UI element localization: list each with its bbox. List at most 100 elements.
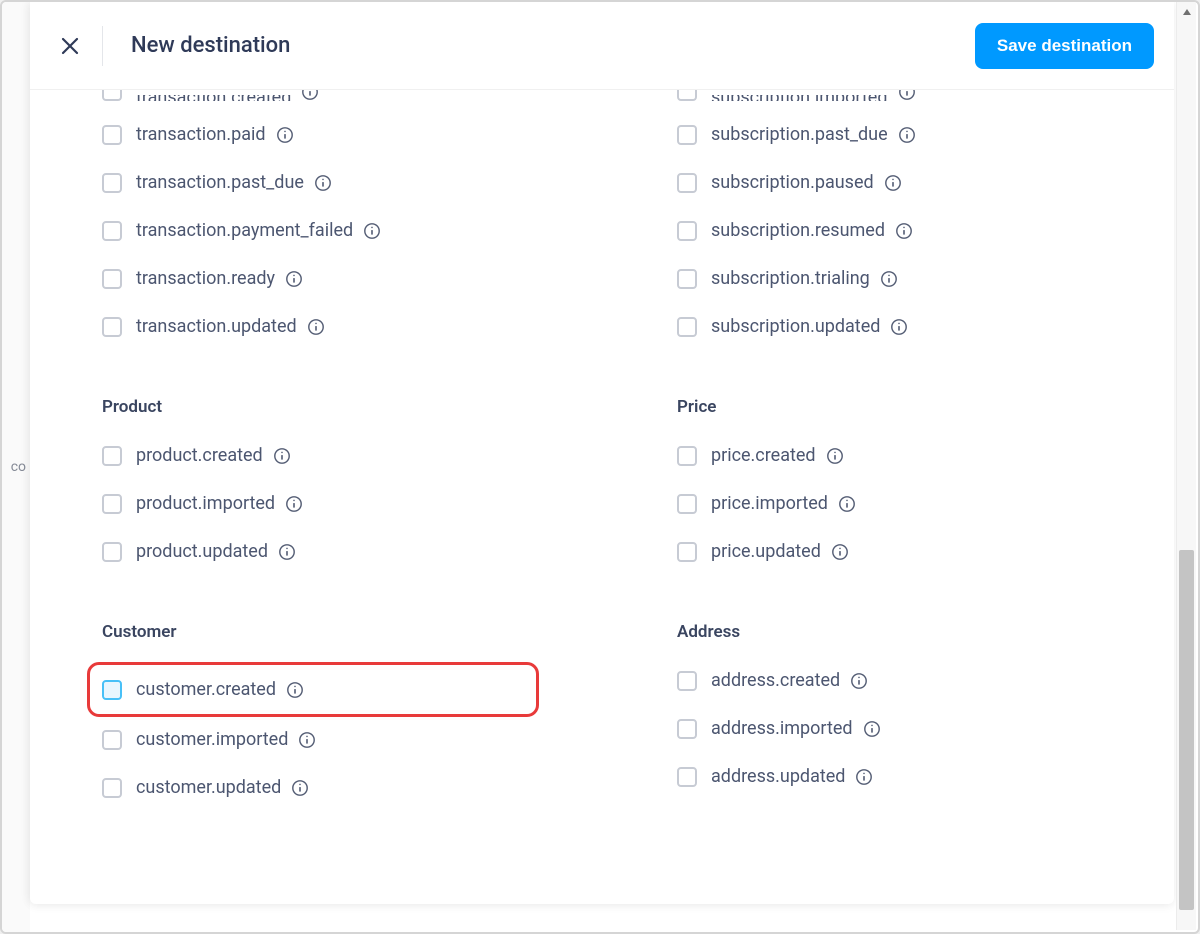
- event-checkbox[interactable]: [677, 173, 697, 193]
- event-group: Productproduct.createdproduct.importedpr…: [102, 397, 527, 566]
- event-row[interactable]: address.created: [677, 666, 1102, 695]
- event-checkbox[interactable]: [102, 90, 122, 101]
- event-checkbox[interactable]: [677, 221, 697, 241]
- info-icon[interactable]: [884, 174, 902, 192]
- event-label: subscription.imported: [711, 95, 888, 101]
- event-row[interactable]: subscription.paused: [677, 168, 1102, 197]
- event-row[interactable]: customer.updated: [102, 773, 527, 802]
- right-column: subscription.imported subscription.past_d…: [677, 90, 1102, 858]
- info-icon[interactable]: [278, 543, 296, 561]
- event-group: Customercustomer.createdcustomer.importe…: [102, 622, 527, 802]
- event-label: transaction.ready: [136, 268, 275, 289]
- info-icon[interactable]: [838, 495, 856, 513]
- event-checkbox[interactable]: [102, 173, 122, 193]
- event-row[interactable]: product.updated: [102, 537, 527, 566]
- event-checkbox[interactable]: [677, 719, 697, 739]
- event-row[interactable]: product.imported: [102, 489, 527, 518]
- event-row[interactable]: subscription.updated: [677, 312, 1102, 341]
- info-icon[interactable]: [850, 672, 868, 690]
- event-row[interactable]: transaction.ready: [102, 264, 527, 293]
- event-row[interactable]: price.imported: [677, 489, 1102, 518]
- event-label: product.created: [136, 445, 263, 466]
- event-checkbox[interactable]: [102, 221, 122, 241]
- info-icon[interactable]: [285, 270, 303, 288]
- save-destination-button[interactable]: Save destination: [975, 23, 1154, 69]
- event-label: subscription.trialing: [711, 268, 870, 289]
- event-checkbox[interactable]: [677, 767, 697, 787]
- event-checkbox[interactable]: [677, 494, 697, 514]
- event-row-partial: transaction.created: [102, 90, 527, 101]
- event-checkbox[interactable]: [677, 269, 697, 289]
- close-button[interactable]: [58, 34, 82, 58]
- event-checkbox[interactable]: [102, 494, 122, 514]
- info-icon[interactable]: [831, 543, 849, 561]
- info-icon[interactable]: [855, 768, 873, 786]
- modal-body: transaction.created transaction.paid trans…: [30, 90, 1174, 904]
- event-checkbox[interactable]: [677, 446, 697, 466]
- info-icon[interactable]: [307, 318, 325, 336]
- event-row[interactable]: transaction.paid: [102, 120, 527, 149]
- modal-header: New destination Save destination: [30, 2, 1174, 90]
- info-icon[interactable]: [363, 222, 381, 240]
- event-checkbox[interactable]: [102, 446, 122, 466]
- scroll-up-arrow[interactable]: [1177, 2, 1196, 22]
- event-row[interactable]: price.updated: [677, 537, 1102, 566]
- left-column: transaction.created transaction.paid trans…: [102, 90, 527, 858]
- info-icon[interactable]: [273, 447, 291, 465]
- background-content: co: [2, 2, 30, 932]
- event-row[interactable]: address.updated: [677, 762, 1102, 791]
- event-checkbox[interactable]: [102, 542, 122, 562]
- info-icon[interactable]: [890, 318, 908, 336]
- event-row[interactable]: customer.created: [87, 662, 539, 717]
- event-label: transaction.updated: [136, 316, 297, 337]
- event-label: subscription.updated: [711, 316, 880, 337]
- info-icon[interactable]: [314, 174, 332, 192]
- event-label: customer.updated: [136, 777, 281, 798]
- info-icon[interactable]: [898, 126, 916, 144]
- event-checkbox[interactable]: [102, 125, 122, 145]
- event-row[interactable]: transaction.updated: [102, 312, 527, 341]
- scrollbar[interactable]: [1176, 2, 1196, 930]
- info-icon[interactable]: [898, 90, 916, 101]
- group-title: Price: [677, 397, 1102, 417]
- event-label: price.updated: [711, 541, 821, 562]
- event-row[interactable]: customer.imported: [102, 725, 527, 754]
- info-icon[interactable]: [298, 731, 316, 749]
- event-checkbox[interactable]: [102, 680, 122, 700]
- info-icon[interactable]: [285, 495, 303, 513]
- event-label: transaction.payment_failed: [136, 220, 353, 241]
- event-checkbox[interactable]: [102, 778, 122, 798]
- info-icon[interactable]: [880, 270, 898, 288]
- event-checkbox[interactable]: [102, 317, 122, 337]
- event-checkbox[interactable]: [677, 542, 697, 562]
- event-checkbox[interactable]: [677, 90, 697, 101]
- info-icon[interactable]: [863, 720, 881, 738]
- event-group: subscription.past_due subscription.paused…: [677, 120, 1102, 341]
- event-row[interactable]: address.imported: [677, 714, 1102, 743]
- event-label: subscription.resumed: [711, 220, 885, 241]
- event-checkbox[interactable]: [677, 125, 697, 145]
- info-icon[interactable]: [826, 447, 844, 465]
- event-row[interactable]: transaction.past_due: [102, 168, 527, 197]
- event-label: transaction.created: [136, 95, 291, 101]
- event-checkbox[interactable]: [102, 269, 122, 289]
- event-checkbox[interactable]: [677, 671, 697, 691]
- info-icon[interactable]: [286, 681, 304, 699]
- event-row[interactable]: subscription.trialing: [677, 264, 1102, 293]
- close-icon: [61, 37, 79, 55]
- info-icon[interactable]: [291, 779, 309, 797]
- event-row[interactable]: price.created: [677, 441, 1102, 470]
- event-label: customer.created: [136, 679, 276, 700]
- info-icon[interactable]: [276, 126, 294, 144]
- info-icon[interactable]: [301, 90, 319, 101]
- info-icon[interactable]: [895, 222, 913, 240]
- event-label: address.imported: [711, 718, 853, 739]
- event-row[interactable]: subscription.resumed: [677, 216, 1102, 245]
- scrollbar-thumb[interactable]: [1179, 550, 1194, 910]
- event-row[interactable]: transaction.payment_failed: [102, 216, 527, 245]
- event-checkbox[interactable]: [677, 317, 697, 337]
- event-label: product.updated: [136, 541, 268, 562]
- event-row[interactable]: product.created: [102, 441, 527, 470]
- event-row[interactable]: subscription.past_due: [677, 120, 1102, 149]
- event-checkbox[interactable]: [102, 730, 122, 750]
